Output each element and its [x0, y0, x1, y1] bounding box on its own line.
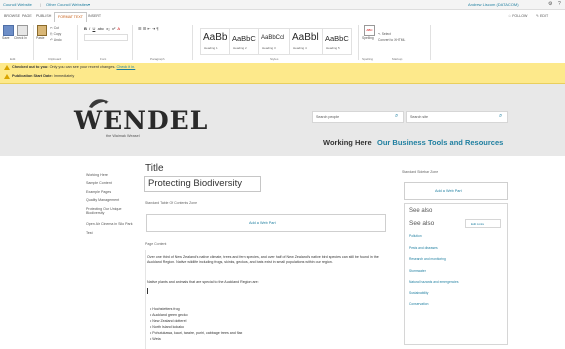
text-cursor: [147, 288, 148, 294]
left-nav-item[interactable]: Test: [86, 231, 93, 235]
style-heading-5[interactable]: AaBbC Heading 5: [322, 28, 352, 55]
style-heading-1[interactable]: AaBb Heading 1: [200, 28, 230, 55]
publish-notice: Publication Start Date: Immediately: [12, 74, 75, 78]
cut-button[interactable]: ✂ Cut: [50, 26, 59, 30]
tab-insert[interactable]: INSERT: [88, 14, 101, 18]
list-item: • Auckland green gecko: [150, 313, 188, 317]
see-also-webpart: See also See also Edit Links Pollution P…: [404, 203, 508, 345]
chevron-down-icon: ▾: [88, 2, 91, 7]
left-nav-item[interactable]: Protecting Our Unique Biodiversity: [86, 207, 134, 216]
search-icon[interactable]: ⌕: [395, 113, 398, 120]
toc-add-web-part-button[interactable]: Add a Web Part: [146, 214, 386, 232]
nav-working-here[interactable]: Working Here: [323, 138, 372, 147]
group-label-markup: Markup: [392, 57, 403, 61]
see-also-link[interactable]: Natural hazards and emergencies: [409, 280, 458, 284]
style-heading-4[interactable]: AaBbl Heading 4: [289, 28, 323, 55]
content-paragraph: Over one third of New Zealand's native c…: [147, 255, 379, 264]
see-also-title: See also: [409, 208, 433, 214]
save-icon: [3, 25, 14, 36]
tab-browse[interactable]: BROWSE: [4, 14, 20, 18]
list-item: • New Zealand dotterel: [150, 319, 187, 323]
see-also-heading: See also: [409, 220, 435, 227]
suite-bar: Council Website | Other Council Websites…: [0, 0, 565, 10]
sidebar-add-web-part-button[interactable]: Add a Web Part: [404, 182, 508, 200]
paste-button[interactable]: Paste: [36, 36, 44, 40]
list-item: • Pohutukawa, kauri, taraire, puriri, ca…: [150, 331, 243, 335]
nav-our-business[interactable]: Our Business: [377, 138, 426, 147]
see-also-link[interactable]: Pests and diseases: [409, 246, 438, 250]
group-label-spelling: Spelling: [362, 57, 374, 61]
spelling-button[interactable]: Spelling: [362, 36, 374, 40]
group-label-font: Font: [100, 57, 107, 61]
undo-button[interactable]: ↶ Undo: [50, 38, 62, 42]
status-notice: Checked out to you: Only you can see you…: [0, 63, 565, 84]
tab-page[interactable]: PAGE: [22, 14, 32, 18]
check-in-icon: [17, 25, 28, 36]
checkout-notice: Checked out to you: Only you can see you…: [12, 65, 136, 69]
font-format-buttons[interactable]: B I U abc x₂ x² A: [84, 26, 120, 31]
left-nav-item[interactable]: Sample Content: [86, 181, 112, 185]
separator: |: [40, 2, 42, 7]
gear-icon[interactable]: ⚙: [548, 1, 552, 7]
check-in-button[interactable]: Check In: [14, 36, 27, 40]
see-also-link[interactable]: Conservation: [409, 302, 428, 306]
left-nav-item[interactable]: Working Here: [86, 173, 108, 177]
convert-xhtml-button[interactable]: Convert to XHTML: [378, 38, 405, 42]
other-sites-link[interactable]: Other Council Websites: [46, 2, 88, 7]
check-in-link[interactable]: Check it in.: [116, 65, 135, 69]
title-label: Title: [145, 163, 164, 174]
style-heading-3[interactable]: AaBbCcl Heading 3: [258, 28, 290, 55]
warning-icon: [4, 74, 10, 79]
group-label-clipboard: Clipboard: [48, 57, 62, 61]
help-icon[interactable]: ?: [558, 1, 561, 7]
site-tagline: the Waimak Weasel: [106, 134, 140, 138]
nav-tools-resources[interactable]: Tools and Resources: [428, 138, 503, 147]
left-nav-item[interactable]: Quality Management: [86, 198, 119, 202]
see-also-link[interactable]: Sustainability: [409, 291, 428, 295]
content-paragraph: Native plants and animals that are speci…: [147, 280, 259, 284]
list-item: • Weta: [150, 337, 161, 341]
list-item: • Hochstetters frog: [150, 307, 180, 311]
warning-icon: [4, 65, 10, 70]
see-also-link[interactable]: Pollution: [409, 234, 422, 238]
see-also-link[interactable]: Research and monitoring: [409, 257, 446, 261]
font-select[interactable]: [84, 34, 128, 41]
edit-links-button[interactable]: Edit Links: [465, 219, 501, 228]
site-logo[interactable]: WENDEL: [74, 106, 208, 135]
paragraph-format-buttons[interactable]: ☰ ☰ ⇤ ⇥ ¶: [138, 26, 158, 31]
page-content-label: Page Content: [145, 242, 167, 246]
tab-publish[interactable]: PUBLISH: [36, 14, 51, 18]
ribbon: Save Check In Paste ✂ Cut ⎘ Copy ↶ Undo …: [0, 22, 565, 64]
title-field[interactable]: Protecting Biodiversity: [144, 176, 261, 192]
style-heading-2[interactable]: AaBbC Heading 2: [229, 28, 259, 55]
list-item: • North Island kokako: [150, 325, 185, 329]
search-icon[interactable]: ⌕: [499, 113, 502, 120]
site-link[interactable]: Council Website: [3, 2, 32, 7]
copy-button[interactable]: ⎘ Copy: [50, 32, 61, 36]
sidebar-zone-label: Standard Sidebar Zone: [402, 170, 439, 174]
spelling-icon: ABC: [364, 25, 375, 36]
toc-zone-label: Standard Table Of Contents Zone: [145, 201, 198, 205]
group-label-styles: Styles: [270, 57, 279, 61]
edit-button[interactable]: ✎ EDIT: [536, 14, 548, 18]
paste-icon: [37, 25, 47, 36]
select-button[interactable]: ↖ Select: [378, 32, 391, 36]
user-menu[interactable]: Andrew Liscom (DATACOM): [468, 2, 519, 7]
left-nav-item[interactable]: Example Pages: [86, 190, 111, 194]
search-people-input[interactable]: Search people ⌕: [312, 111, 404, 123]
left-nav-item[interactable]: Open Air Cinema in Silo Park: [86, 222, 138, 226]
see-also-link[interactable]: Stormwater: [409, 269, 426, 273]
search-site-input[interactable]: Search site ⌕: [406, 111, 508, 123]
save-button[interactable]: Save: [2, 36, 10, 40]
group-label-edit: Edit: [10, 57, 16, 61]
group-label-paragraph: Paragraph: [150, 57, 165, 61]
follow-button[interactable]: ☆ FOLLOW: [508, 14, 527, 18]
